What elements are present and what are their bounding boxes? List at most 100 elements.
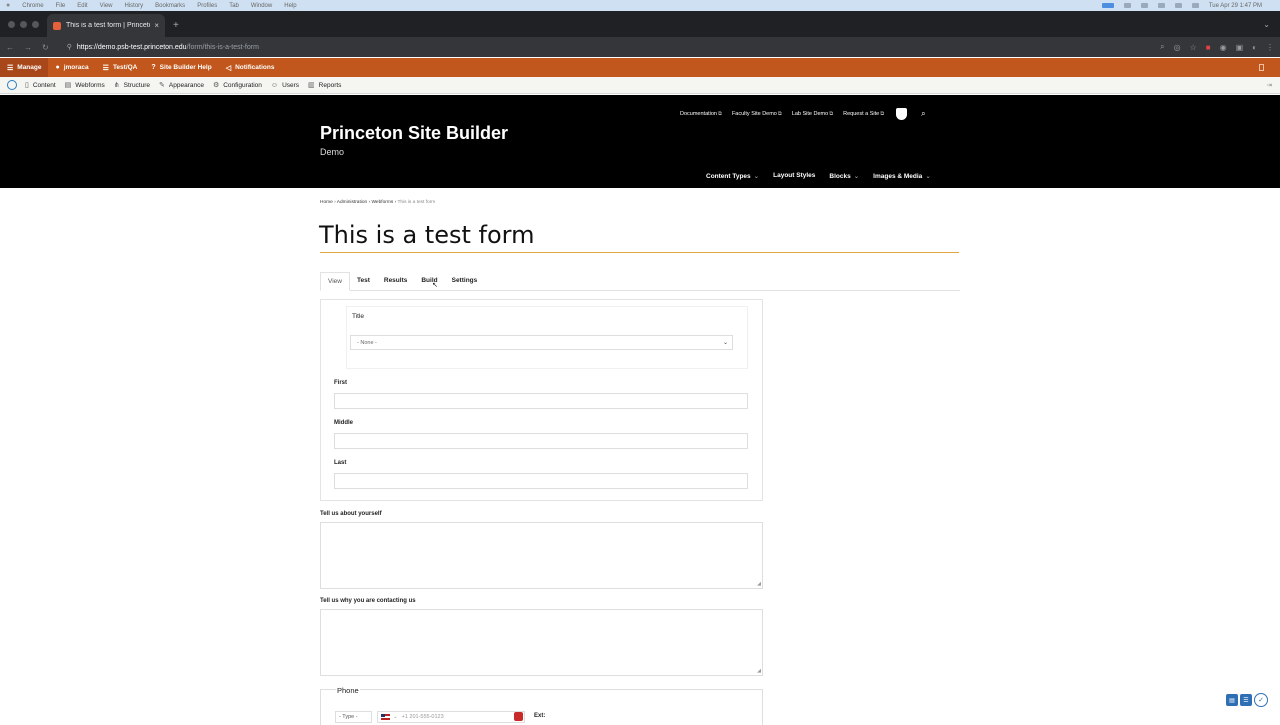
user-label: jmoraca — [63, 64, 89, 71]
menu-profiles[interactable]: Profiles — [197, 3, 217, 9]
external-link-icon: ⧉ — [777, 110, 782, 117]
tab-view[interactable]: View — [320, 272, 350, 291]
minimize-window-icon[interactable] — [20, 21, 27, 28]
notifications-button[interactable]: ◁ Notifications — [219, 58, 282, 77]
favicon-icon — [53, 21, 61, 30]
menu-tab[interactable]: Tab — [229, 3, 239, 9]
phone-type-select[interactable]: - Type - — [335, 711, 372, 723]
new-tab-button[interactable]: + — [165, 20, 187, 37]
main-nav-blocks[interactable]: Blocks ⌄ — [829, 172, 859, 180]
breadcrumb-home[interactable]: Home — [320, 200, 333, 205]
resize-grip-icon[interactable]: ◢ — [757, 581, 761, 587]
site-subtitle: Demo — [320, 147, 345, 157]
main-nav-content-types[interactable]: Content Types ⌄ — [706, 172, 759, 180]
last-name-input[interactable] — [334, 473, 748, 489]
menu-view[interactable]: View — [100, 3, 113, 9]
user-button[interactable]: ● jmoraca — [48, 58, 95, 77]
site-header: Princeton Site Builder Demo Documentatio… — [0, 95, 1280, 188]
tab-test[interactable]: Test — [350, 272, 377, 291]
site-builder-help-button[interactable]: ? Site Builder Help — [144, 58, 218, 77]
phone-number-input[interactable]: ⌄ +1 201-555-0123 — [377, 711, 525, 723]
profile-icon[interactable]: ◐ — [1252, 43, 1257, 52]
main-nav-layout-styles[interactable]: Layout Styles — [773, 172, 815, 180]
admin-menu-structure[interactable]: ⋔ Structure — [114, 81, 159, 90]
resize-grip-icon[interactable]: ◢ — [757, 668, 761, 674]
menu-window[interactable]: Window — [251, 3, 272, 9]
browser-tab[interactable]: This is a test form | Princeton × — [47, 14, 165, 37]
princeton-shield-icon[interactable] — [896, 108, 908, 120]
breadcrumb-administration[interactable]: Administration — [337, 200, 367, 205]
status-icon[interactable] — [1123, 3, 1131, 8]
contact-label: Tell us why you are contacting us — [320, 598, 416, 604]
menu-bookmarks[interactable]: Bookmarks — [155, 3, 185, 9]
users-icon: ☺ — [270, 81, 279, 89]
tab-search-icon[interactable]: ⌄ — [1263, 20, 1280, 37]
admin-menu-label: Content — [32, 81, 56, 89]
status-icon[interactable] — [1157, 3, 1165, 8]
back-icon[interactable]: ← — [6, 43, 14, 52]
zoom-icon[interactable]: ⌕ — [1160, 42, 1164, 52]
utility-link-request-a-site[interactable]: Request a Site⧉ — [843, 111, 884, 118]
url-field[interactable]: ⚲ https://demo.psb-test.princeton.edu /f… — [59, 40, 1151, 55]
extension-icon[interactable]: ◉ — [1220, 43, 1227, 52]
extensions-puzzle-icon[interactable]: ▣ — [1236, 43, 1244, 52]
utility-link-documentation[interactable]: Documentation⧉ — [680, 111, 722, 118]
manage-button[interactable]: ☰ Manage — [0, 58, 49, 77]
us-flag-icon[interactable] — [381, 714, 390, 720]
check-icon[interactable]: ✓ — [1254, 693, 1268, 707]
bookmark-star-icon[interactable]: ☆ — [1190, 43, 1197, 52]
utility-link-faculty-site-demo[interactable]: Faculty Site Demo⧉ — [732, 111, 782, 118]
menu-help[interactable]: Help — [284, 3, 296, 9]
main-nav-images-media[interactable]: Images & Media ⌄ — [873, 172, 931, 180]
wifi-icon[interactable] — [1174, 3, 1182, 8]
tab-results[interactable]: Results — [377, 272, 414, 291]
mouse-cursor-icon: ↖ — [432, 282, 438, 289]
toolbar-orientation-icon[interactable] — [1259, 64, 1264, 71]
admin-menu-webforms[interactable]: ▤ Webforms — [65, 81, 114, 90]
utility-link-lab-site-demo[interactable]: Lab Site Demo⧉ — [792, 111, 833, 118]
admin-menu-users[interactable]: ☺ Users — [271, 82, 308, 89]
admin-menu-configuration[interactable]: ⚙ Configuration — [213, 81, 271, 90]
close-window-icon[interactable] — [8, 21, 15, 28]
menu-edit[interactable]: Edit — [77, 3, 87, 9]
search-icon[interactable]: ⌕ — [921, 109, 925, 119]
menubar-clock[interactable]: Tue Apr 29 1:47 PM — [1209, 3, 1262, 9]
menu-file[interactable]: File — [56, 3, 66, 9]
drupal-logo-icon[interactable] — [7, 80, 17, 90]
breadcrumb-webforms[interactable]: Webforms — [371, 200, 393, 205]
admin-menu-content[interactable]: ▯ Content — [25, 81, 65, 90]
password-manager-icon[interactable] — [514, 712, 523, 721]
close-tab-icon[interactable]: × — [154, 21, 159, 30]
reload-icon[interactable]: ↻ — [42, 43, 49, 52]
apple-icon[interactable]: ● — [6, 2, 10, 9]
first-name-input[interactable] — [334, 393, 748, 409]
testqa-button[interactable]: ☰ Test/QA — [96, 58, 145, 77]
title-select[interactable]: - None - ⌄ — [350, 335, 733, 350]
status-icon[interactable] — [1140, 3, 1148, 8]
contact-textarea[interactable]: ◢ — [320, 609, 763, 676]
url-host: https://demo.psb-test.princeton.edu — [76, 43, 187, 51]
about-textarea[interactable]: ◢ — [320, 522, 763, 589]
site-info-icon[interactable]: ⚲ — [67, 43, 72, 51]
forward-icon[interactable]: → — [24, 43, 32, 52]
title-label: Title — [352, 313, 365, 320]
extension-icon[interactable]: ■ — [1206, 43, 1211, 52]
menu-chrome[interactable]: Chrome — [22, 3, 43, 9]
maximize-window-icon[interactable] — [32, 21, 39, 28]
battery-icon[interactable] — [1191, 3, 1199, 8]
middle-name-input[interactable] — [334, 433, 748, 449]
admin-menu-label: Webforms — [75, 81, 105, 89]
tab-settings[interactable]: Settings — [445, 272, 485, 291]
admin-menu-appearance[interactable]: ✎ Appearance — [159, 81, 213, 90]
screen-record-icon[interactable] — [1101, 3, 1114, 8]
middle-label: Middle — [334, 420, 353, 426]
tab-build[interactable]: Build — [414, 272, 444, 291]
toolbar-orientation-icon[interactable]: ⇥ — [1267, 81, 1272, 89]
menu-history[interactable]: History — [125, 3, 144, 9]
layout-icon[interactable]: ▤ — [1226, 694, 1238, 706]
menu-kebab-icon[interactable]: ⋮ — [1266, 43, 1274, 52]
eye-off-icon[interactable]: ◎ — [1174, 43, 1181, 52]
list-icon[interactable]: ☰ — [1240, 694, 1252, 706]
site-title[interactable]: Princeton Site Builder — [320, 123, 508, 144]
admin-menu-reports[interactable]: ▥ Reports — [308, 81, 350, 90]
